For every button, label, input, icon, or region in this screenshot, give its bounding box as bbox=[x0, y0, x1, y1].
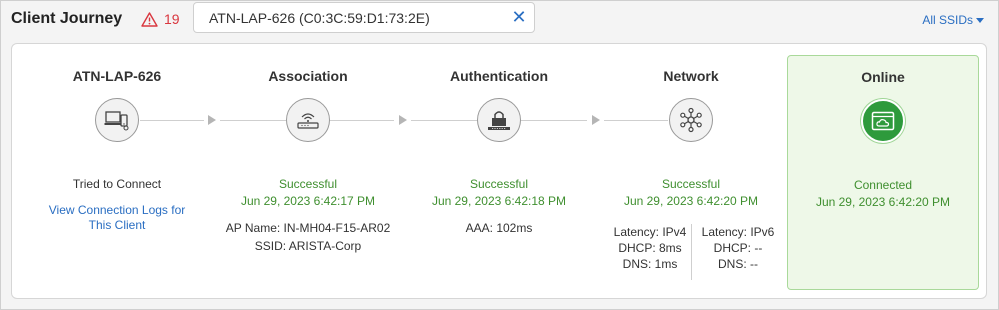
laptop-icon bbox=[95, 98, 139, 142]
stage-timestamp: Jun 29, 2023 6:42:18 PM bbox=[431, 194, 567, 208]
network-latency-details: Latency: IPv4 DHCP: 8ms DNS: 1ms Latency… bbox=[596, 224, 786, 280]
caret-down-icon bbox=[976, 17, 984, 23]
ipv4-dns: DNS: 1ms bbox=[622, 257, 678, 271]
view-connection-logs-link[interactable]: View Connection Logs for This Client bbox=[42, 203, 192, 233]
lock-icon bbox=[477, 98, 521, 142]
ipv4-dhcp: DHCP: 8ms bbox=[618, 241, 682, 255]
ipv6-dhcp: DHCP: -- bbox=[713, 241, 763, 255]
header: Client Journey 19 ATN-LAP-626 (C0:3C:59:… bbox=[0, 0, 999, 40]
stage-status: Tried to Connect bbox=[72, 177, 162, 191]
page-title: Client Journey bbox=[11, 10, 123, 27]
access-point-icon bbox=[286, 98, 330, 142]
stage-online: Online Connected Jun 29, 2023 6:42:20 PM bbox=[787, 55, 979, 290]
ap-name: AP Name: IN-MH04-F15-AR02 bbox=[225, 221, 391, 235]
stage-status: Successful bbox=[278, 177, 338, 191]
ipv6-latency-label: Latency: IPv6 bbox=[701, 225, 775, 239]
cloud-window-icon bbox=[861, 99, 905, 143]
stage-network: Network Successful Jun 29, 2023 6:42:20 … bbox=[596, 44, 786, 300]
journey-card: ATN-LAP-626 Tried to Connect View Connec… bbox=[11, 43, 987, 299]
close-icon[interactable]: ✕ bbox=[511, 8, 527, 26]
stage-title: Online bbox=[861, 69, 905, 85]
ssid-filter-label: All SSIDs bbox=[922, 13, 973, 27]
ssid-filter-dropdown[interactable]: All SSIDs bbox=[922, 13, 984, 27]
warning-icon bbox=[141, 11, 158, 27]
stage-status: Connected bbox=[853, 178, 913, 192]
ipv4-details: Latency: IPv4 DHCP: 8ms DNS: 1ms bbox=[610, 224, 690, 272]
network-hub-icon bbox=[669, 98, 713, 142]
stage-title: ATN-LAP-626 bbox=[72, 68, 162, 84]
stage-timestamp: Jun 29, 2023 6:42:17 PM bbox=[240, 194, 376, 208]
client-search-input[interactable]: ATN-LAP-626 (C0:3C:59:D1:73:2E) ✕ bbox=[193, 2, 535, 33]
divider bbox=[691, 224, 692, 280]
stage-online-content: Online Connected Jun 29, 2023 6:42:20 PM bbox=[788, 45, 978, 301]
alert-count: 19 bbox=[164, 11, 180, 27]
client-search-value: ATN-LAP-626 (C0:3C:59:D1:73:2E) bbox=[209, 9, 430, 26]
stage-title: Network bbox=[663, 68, 719, 84]
ipv4-latency-label: Latency: IPv4 bbox=[613, 225, 687, 239]
ssid-name: SSID: ARISTA-Corp bbox=[254, 239, 362, 253]
stage-title: Authentication bbox=[450, 68, 548, 84]
ipv6-details: Latency: IPv6 DHCP: -- DNS: -- bbox=[698, 224, 778, 272]
alert-indicator[interactable]: 19 bbox=[141, 11, 180, 27]
aaa-latency: AAA: 102ms bbox=[465, 221, 533, 235]
stage-client: ATN-LAP-626 Tried to Connect View Connec… bbox=[22, 44, 212, 300]
stage-timestamp: Jun 29, 2023 6:42:20 PM bbox=[623, 194, 759, 208]
stage-title: Association bbox=[268, 68, 348, 84]
ipv6-dns: DNS: -- bbox=[718, 257, 758, 271]
stage-authentication: Authentication Successful Jun 29, 2023 6… bbox=[404, 44, 594, 300]
stage-timestamp: Jun 29, 2023 6:42:20 PM bbox=[815, 195, 951, 209]
stage-association: Association Successful Jun 29, 2023 6:42… bbox=[213, 44, 403, 300]
stage-status: Successful bbox=[469, 177, 529, 191]
stage-status: Successful bbox=[661, 177, 721, 191]
